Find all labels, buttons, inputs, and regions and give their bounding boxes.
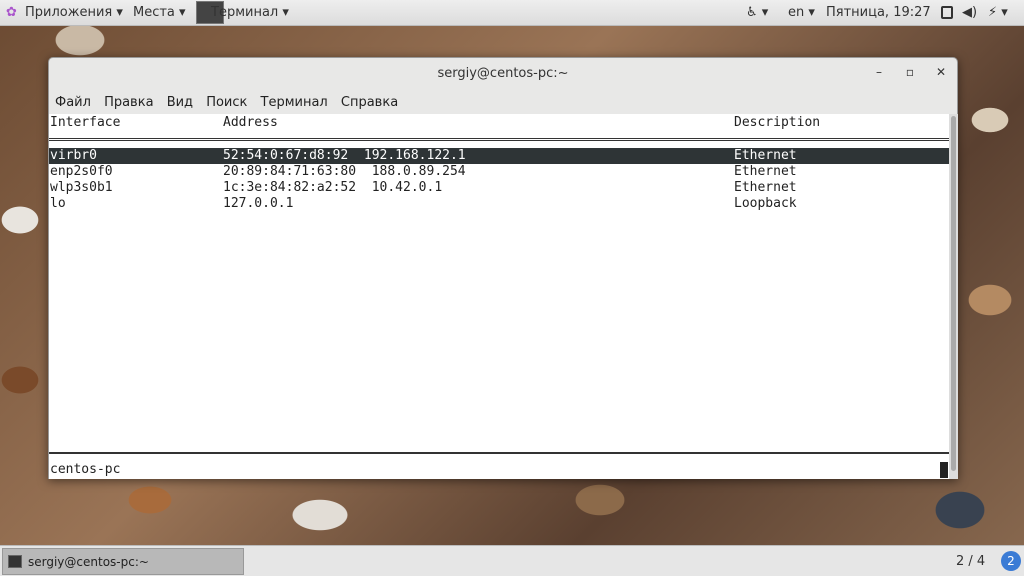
row-interface: virbr0 [50,148,97,163]
header-interface: Interface [50,115,121,130]
row-description: Ethernet [734,164,797,179]
header-description: Description [734,115,821,130]
row-address: 52:54:0:67:d8:92 192.168.122.1 [223,148,466,163]
hostname: centos-pc [50,462,121,477]
taskbar: sergiy@centos-pc:~ 2 / 4 2 [0,545,1024,576]
minimize-button[interactable]: – [871,65,887,79]
top-bar: ✿ Приложения ▾ Места ▾ Терминал ▾ ♿ ▾ en… [0,0,1024,26]
menu-terminal[interactable]: Терминал [261,95,328,110]
terminal-content[interactable]: Interface Address Description virbr0 52:… [49,114,949,479]
row-address: 127.0.0.1 [223,196,294,211]
footer-row: centos-pc [49,462,949,478]
taskbar-terminal-button[interactable]: sergiy@centos-pc:~ [2,548,244,575]
row-description: Ethernet [734,148,797,163]
footer-divider [49,452,949,454]
row-interface: enp2s0f0 [50,164,113,179]
scrollbar-thumb[interactable] [951,116,956,471]
close-button[interactable]: ✕ [933,65,949,79]
table-row[interactable]: enp2s0f0 20:89:84:71:63:80 188.0.89.254 … [49,164,949,180]
table-row[interactable]: lo 127.0.0.1 Loopback [49,196,949,212]
volume-icon[interactable]: ◀) [962,5,977,21]
window-title: sergiy@centos-pc:~ [437,66,569,81]
accessibility-icon[interactable]: ♿ ▾ [746,5,768,21]
terminal-icon [8,555,22,568]
applications-menu[interactable]: Приложения ▾ [25,5,123,21]
header-divider [49,138,949,141]
notification-badge[interactable]: 2 [1001,551,1021,571]
row-description: Loopback [734,196,797,211]
scrollbar[interactable] [949,114,958,479]
language-selector[interactable]: en ▾ [788,5,815,21]
menu-view[interactable]: Вид [167,95,193,110]
clock[interactable]: Пятница, 19:27 [826,5,931,21]
window-icon[interactable] [941,6,953,19]
header-address: Address [223,115,278,130]
table-header: Interface Address Description [49,115,949,131]
menu-file[interactable]: Файл [55,95,91,110]
menu-bar: Файл Правка Вид Поиск Терминал Справка [55,95,407,111]
row-interface: wlp3s0b1 [50,180,113,195]
cursor [940,462,948,478]
maximize-button[interactable]: ▫ [902,65,918,79]
workspace-indicator[interactable]: 2 / 4 [956,554,985,570]
row-address: 20:89:84:71:63:80 188.0.89.254 [223,164,466,179]
table-row[interactable]: virbr0 52:54:0:67:d8:92 192.168.122.1 Et… [49,148,949,164]
task-label: sergiy@centos-pc:~ [28,555,149,569]
gnome-logo-icon: ✿ [6,5,17,20]
menu-search[interactable]: Поиск [206,95,247,110]
battery-icon[interactable]: ⚡ ▾ [988,5,1008,21]
row-interface: lo [50,196,66,211]
terminal-window: sergiy@centos-pc:~ – ▫ ✕ Файл Правка Вид… [48,57,958,479]
row-address: 1c:3e:84:82:a2:52 10.42.0.1 [223,180,443,195]
row-description: Ethernet [734,180,797,195]
menu-help[interactable]: Справка [341,95,398,110]
menu-edit[interactable]: Правка [104,95,153,110]
active-app-menu[interactable]: Терминал ▾ [211,5,289,21]
places-menu[interactable]: Места ▾ [133,5,186,21]
table-row[interactable]: wlp3s0b1 1c:3e:84:82:a2:52 10.42.0.1 Eth… [49,180,949,196]
